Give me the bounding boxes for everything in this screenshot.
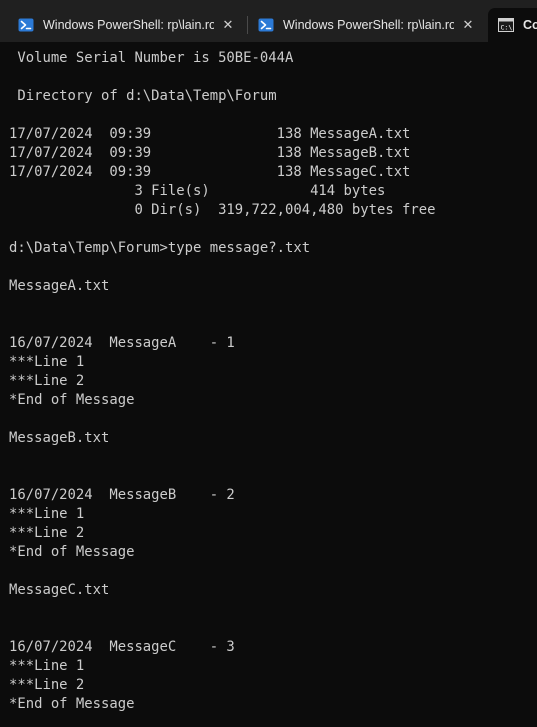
terminal-line: 16/07/2024 MessageB - 2	[9, 487, 235, 503]
terminal-line: *End of Message	[9, 392, 135, 408]
terminal-line: *End of Message	[9, 696, 135, 712]
terminal-line: MessageA.txt	[9, 278, 110, 294]
terminal-line: 16/07/2024 MessageC - 3	[9, 639, 235, 655]
terminal-window: Windows PowerShell: rp\lain.ro ✕ Windows…	[0, 0, 537, 727]
terminal-line: MessageC.txt	[9, 582, 110, 598]
terminal-line: 17/07/2024 09:39 138 MessageC.txt	[9, 164, 411, 180]
tab-title: Co	[523, 18, 537, 32]
tab-powershell-1[interactable]: Windows PowerShell: rp\lain.ro	[8, 8, 244, 42]
terminal-line: 3 File(s) 414 bytes	[9, 183, 386, 199]
terminal-line: d:\Data\Temp\Forum>type message?.txt	[9, 240, 311, 256]
terminal-line: 16/07/2024 MessageA - 1	[9, 335, 235, 351]
svg-text:C:\: C:\	[501, 24, 513, 32]
tab-title: Windows PowerShell: rp\lain.ro	[283, 18, 454, 32]
powershell-icon	[258, 18, 274, 32]
terminal-line: ***Line 2	[9, 373, 85, 389]
tab-title: Windows PowerShell: rp\lain.ro	[43, 18, 214, 32]
terminal-line: 0 Dir(s) 319,722,004,480 bytes free	[9, 202, 436, 218]
terminal-line: Directory of d:\Data\Temp\Forum	[9, 88, 277, 104]
tab-bar: Windows PowerShell: rp\lain.ro ✕ Windows…	[0, 0, 537, 42]
terminal-line: Volume Serial Number is 50BE-044A	[9, 50, 294, 66]
terminal-line: MessageB.txt	[9, 430, 110, 446]
command-prompt-icon: C:\	[498, 18, 514, 32]
terminal-line: *End of Message	[9, 544, 135, 560]
tab-command-prompt[interactable]: C:\ Co	[488, 8, 537, 42]
terminal-line: ***Line 1	[9, 354, 85, 370]
terminal-line: ***Line 2	[9, 525, 85, 541]
powershell-icon	[18, 18, 34, 32]
terminal-line: ***Line 1	[9, 658, 85, 674]
close-icon[interactable]: ✕	[219, 16, 237, 34]
terminal-line: 17/07/2024 09:39 138 MessageB.txt	[9, 145, 411, 161]
terminal-line: 17/07/2024 09:39 138 MessageA.txt	[9, 126, 411, 142]
terminal-line: ***Line 2	[9, 677, 85, 693]
terminal-output[interactable]: Volume Serial Number is 50BE-044A Direct…	[0, 42, 537, 727]
close-icon[interactable]: ✕	[459, 16, 477, 34]
terminal-line: ***Line 1	[9, 506, 85, 522]
tab-powershell-2[interactable]: Windows PowerShell: rp\lain.ro	[248, 8, 484, 42]
